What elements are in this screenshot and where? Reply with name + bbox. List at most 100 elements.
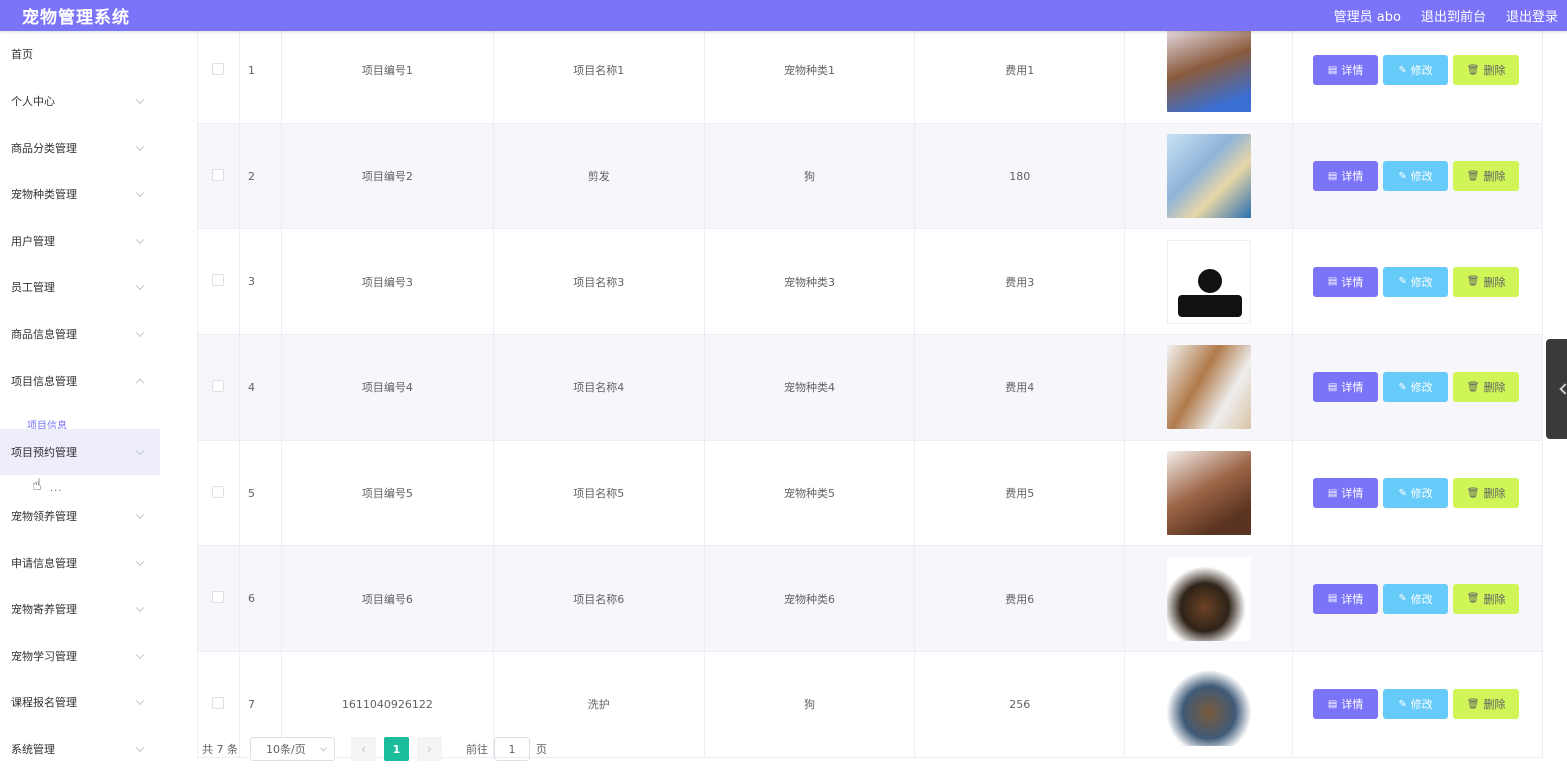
row-checkbox[interactable]	[212, 485, 225, 498]
prev-page-button[interactable]: ‹	[351, 737, 376, 761]
project-image	[1166, 28, 1251, 113]
table-row: 4 项目编号4 项目名称4 宠物种类4 费用4 ▤ 详情 ✎ 修改 🗑 删除	[197, 334, 1543, 441]
project-fee: 费用4	[914, 334, 1126, 441]
row-checkbox[interactable]	[212, 168, 225, 181]
table-row: 6 项目编号6 项目名称6 宠物种类6 费用6 ▤ 详情 ✎ 修改 🗑 删除	[197, 545, 1543, 653]
row-index: 3	[238, 228, 282, 336]
edit-button-label: 修改	[1410, 487, 1433, 501]
app-title: 宠物管理系统	[22, 8, 130, 28]
edit-button[interactable]: ✎ 修改	[1383, 478, 1449, 509]
detail-button-label: 详情	[1341, 698, 1364, 712]
project-fee: 费用1	[914, 17, 1126, 124]
sidebar-item-label: 商品信息管理	[11, 328, 77, 341]
sidebar-item-users[interactable]: 用户管理	[0, 218, 160, 264]
sidebar-item-label: 宠物领养管理	[11, 510, 77, 523]
sidebar-item-label: 个人中心	[11, 95, 55, 108]
project-code: 项目编号3	[280, 228, 494, 336]
goto-page-input[interactable]: 1	[494, 737, 530, 761]
pet-kind: 狗	[703, 122, 916, 230]
sidebar-item-personal[interactable]: 个人中心	[0, 78, 160, 124]
edit-button-label: 修改	[1410, 698, 1433, 712]
chevron-down-icon	[135, 696, 145, 706]
detail-button[interactable]: ▤ 详情	[1313, 55, 1379, 86]
sidebar-item-label: 宠物种类管理	[11, 188, 77, 201]
sidebar-item-label: 项目信息管理	[11, 375, 77, 388]
sidebar-item-goods-info[interactable]: 商品信息管理	[0, 311, 160, 357]
sidebar-item-learning[interactable]: 宠物学习管理	[0, 633, 160, 679]
chevron-down-icon	[135, 142, 145, 152]
delete-button-label: 删除	[1483, 64, 1506, 78]
logout-link[interactable]: 退出登录	[1506, 6, 1558, 25]
chevron-down-icon	[135, 603, 145, 613]
detail-button[interactable]: ▤ 详情	[1313, 583, 1379, 614]
document-icon: ▤	[1327, 381, 1338, 393]
delete-button-label: 删除	[1483, 698, 1506, 712]
project-name: 项目名称1	[492, 17, 705, 124]
page-suffix: 页	[536, 743, 547, 756]
sidebar-item-project-info[interactable]: 项目信息管理	[0, 358, 160, 404]
table-row: 5 项目编号5 项目名称5 宠物种类5 费用5 ▤ 详情 ✎ 修改 🗑 删除	[197, 439, 1543, 547]
edit-button-label: 修改	[1410, 275, 1433, 289]
sidebar-item-label: 系统管理	[11, 743, 55, 756]
sidebar-item-label: 用户管理	[11, 235, 55, 248]
row-index: 2	[238, 122, 282, 230]
row-checkbox[interactable]	[212, 274, 225, 287]
edit-button[interactable]: ✎ 修改	[1383, 266, 1449, 297]
sidebar-item-course-signup[interactable]: 课程报名管理	[0, 679, 160, 725]
sidebar-item-label: 商品分类管理	[11, 142, 77, 155]
sidebar-item-staff[interactable]: 员工管理	[0, 264, 160, 310]
project-name: 项目名称5	[492, 439, 705, 547]
sidebar-item-label: 宠物学习管理	[11, 650, 77, 663]
detail-button-label: 详情	[1341, 275, 1364, 289]
sidebar-item-application[interactable]: 申请信息管理	[0, 540, 160, 586]
detail-button-label: 详情	[1341, 64, 1364, 78]
edit-button[interactable]: ✎ 修改	[1383, 161, 1449, 192]
sidebar-item-system[interactable]: 系统管理	[0, 726, 160, 772]
sidebar-item-adoption[interactable]: 宠物领养管理	[0, 493, 160, 539]
detail-button[interactable]: ▤ 详情	[1313, 478, 1379, 509]
row-checkbox[interactable]	[212, 591, 225, 604]
delete-button[interactable]: 🗑 删除	[1453, 478, 1520, 509]
sidebar-item-home[interactable]: 首页	[0, 31, 160, 77]
sidebar-item-project-booking[interactable]: 项目预约管理	[0, 429, 160, 475]
pet-kind: 狗	[703, 651, 916, 758]
document-icon: ▤	[1327, 64, 1338, 76]
edit-button[interactable]: ✎ 修改	[1383, 372, 1449, 403]
sidebar-item-pet-kind[interactable]: 宠物种类管理	[0, 171, 160, 217]
pencil-icon: ✎	[1398, 64, 1407, 76]
detail-button[interactable]: ▤ 详情	[1313, 266, 1379, 297]
back-to-frontend-link[interactable]: 退出到前台	[1421, 6, 1486, 25]
detail-button[interactable]: ▤ 详情	[1313, 161, 1379, 192]
pet-bath-logo-icon	[1177, 294, 1242, 317]
edit-button[interactable]: ✎ 修改	[1383, 55, 1449, 86]
edit-button[interactable]: ✎ 修改	[1383, 689, 1449, 720]
detail-button-label: 详情	[1341, 170, 1364, 184]
project-image	[1166, 556, 1251, 641]
row-checkbox[interactable]	[212, 696, 225, 709]
detail-button-label: 详情	[1341, 592, 1364, 606]
sidebar-item-goods-category[interactable]: 商品分类管理	[0, 125, 160, 171]
page-number-1[interactable]: 1	[384, 737, 409, 761]
page-size-select[interactable]: 10条/页	[250, 737, 335, 761]
document-icon: ▤	[1327, 276, 1338, 288]
delete-button[interactable]: 🗑 删除	[1453, 372, 1520, 403]
row-checkbox[interactable]	[212, 379, 225, 392]
delete-button[interactable]: 🗑 删除	[1453, 689, 1520, 720]
detail-button[interactable]: ▤ 详情	[1313, 689, 1379, 720]
delete-button[interactable]: 🗑 删除	[1453, 583, 1520, 614]
next-page-button[interactable]: ›	[417, 737, 442, 761]
trash-icon: 🗑	[1466, 381, 1480, 393]
project-fee: 费用3	[914, 228, 1126, 336]
delete-button[interactable]: 🗑 删除	[1453, 161, 1520, 192]
trash-icon: 🗑	[1466, 698, 1480, 710]
delete-button[interactable]: 🗑 删除	[1453, 266, 1520, 297]
row-checkbox[interactable]	[212, 62, 225, 75]
project-image	[1166, 451, 1251, 536]
detail-button[interactable]: ▤ 详情	[1313, 372, 1379, 403]
edit-button[interactable]: ✎ 修改	[1383, 583, 1449, 614]
delete-button[interactable]: 🗑 删除	[1453, 55, 1520, 86]
sidebar-item-boarding[interactable]: 宠物寄养管理	[0, 586, 160, 632]
hand-cursor-icon: ☝	[32, 475, 42, 494]
collapse-side-tab[interactable]	[1546, 339, 1567, 439]
chevron-down-icon	[135, 557, 145, 567]
